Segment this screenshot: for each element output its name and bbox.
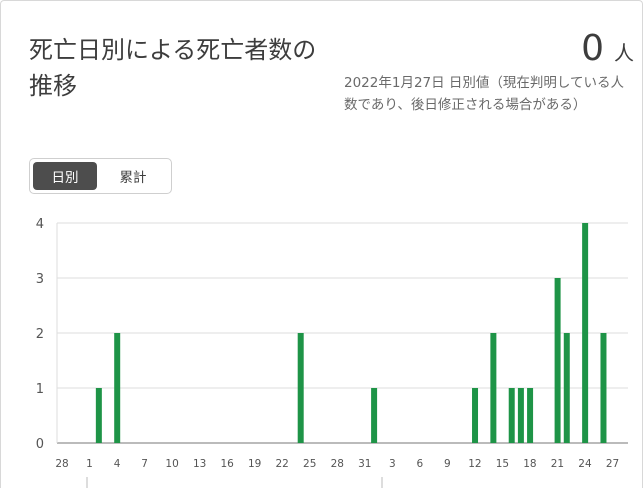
x-tick-label: 6 (416, 458, 423, 470)
x-tick-label: 27 (606, 458, 619, 470)
x-tick-label: 31 (358, 458, 371, 470)
x-tick-label: 22 (276, 458, 289, 470)
y-tick-label: 4 (36, 217, 44, 232)
bar (472, 388, 479, 443)
view-toggle: 日別 累計 (29, 158, 172, 194)
latest-value: 0 人 (581, 28, 634, 69)
cumulative-toggle-button[interactable]: 累計 (101, 162, 165, 190)
x-tick-label: 13 (193, 458, 206, 470)
bar (582, 223, 589, 443)
bar (297, 333, 304, 443)
bar (563, 333, 570, 443)
x-tick-label: 24 (578, 458, 592, 470)
chart-title: 死亡日別による死亡者数の推移 (29, 36, 317, 100)
bar (490, 333, 497, 443)
x-tick-label: 25 (303, 458, 316, 470)
y-tick-label: 2 (36, 327, 44, 342)
y-tick-label: 0 (36, 437, 44, 452)
x-tick-label: 3 (389, 458, 396, 470)
bar (114, 333, 121, 443)
x-tick-label: 21 (551, 458, 564, 470)
chart-gridlines (56, 222, 628, 488)
x-tick-label: 16 (220, 458, 234, 470)
latest-value-unit: 人 (614, 41, 634, 65)
x-tick-label: 28 (55, 458, 68, 470)
latest-value-number: 0 (581, 28, 604, 69)
x-tick-label: 19 (248, 458, 261, 470)
x-tick-label: 28 (331, 458, 344, 470)
bar (527, 388, 534, 443)
bar (517, 388, 524, 443)
x-tick-label: 7 (141, 458, 148, 470)
x-tick-label: 1 (86, 458, 93, 470)
bar (600, 333, 607, 443)
x-tick-label: 18 (523, 458, 536, 470)
bar (508, 388, 515, 443)
y-tick-label: 1 (36, 382, 44, 397)
date-note: 2022年1月27日 日別値（現在判明している人数であり、後日修正される場合があ… (344, 75, 625, 113)
bar-chart: 0123428 1 4 7 10 13 16 19 22 25 28 31 3 6 9 12 15 18 21 24 2… (36, 217, 628, 488)
y-tick-label: 3 (36, 272, 44, 287)
x-tick-label: 10 (165, 458, 178, 470)
daily-toggle-button[interactable]: 日別 (33, 162, 97, 190)
x-tick-label: 4 (114, 458, 121, 470)
x-tick-label: 12 (468, 458, 481, 470)
x-tick-label: 15 (496, 458, 509, 470)
bar (554, 278, 561, 443)
bar (95, 388, 102, 443)
bar (371, 388, 378, 443)
x-tick-label: 9 (444, 458, 451, 470)
